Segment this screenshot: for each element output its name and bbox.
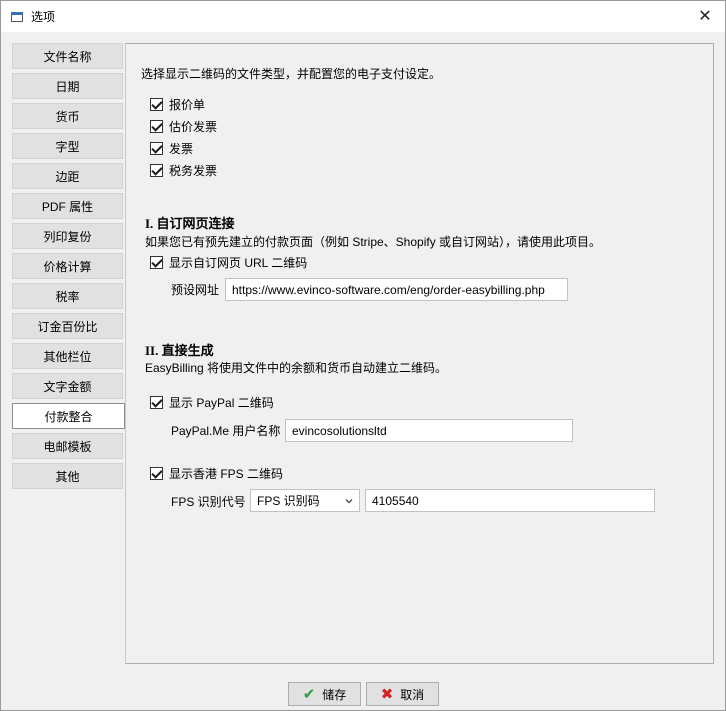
section-custom-url-description: 如果您已有预先建立的付款页面（例如 Stripe、Shopify 或自订网站），…: [145, 235, 602, 249]
title-bar: 选项 ✕: [1, 1, 725, 32]
checkbox-label: 税务发票: [169, 164, 218, 178]
checkbox-box[interactable]: [150, 396, 163, 409]
section-direct-generate-heading: II. 直接生成: [145, 343, 214, 358]
sidebar-item-other-fields[interactable]: 其他栏位: [12, 343, 123, 369]
sidebar-item-filename[interactable]: 文件名称: [12, 43, 123, 69]
options-window: 选项 ✕ 文件名称 日期 货币 字型 边距 PDF 属性 列印复份 价格计算 税…: [0, 0, 726, 711]
paypal-username-input[interactable]: evincosolutionsltd: [285, 419, 573, 442]
sidebar-item-tax-rate[interactable]: 税率: [12, 283, 123, 309]
sidebar-item-payment-integration[interactable]: 付款整合: [12, 403, 125, 429]
sidebar-item-pdf-properties[interactable]: PDF 属性: [12, 193, 123, 219]
checkbox-label: 发票: [169, 142, 194, 156]
sidebar-item-margin[interactable]: 边距: [12, 163, 123, 189]
checkbox-box[interactable]: [150, 98, 163, 111]
close-icon[interactable]: ✕: [691, 3, 719, 29]
sidebar-item-email-template[interactable]: 电邮模板: [12, 433, 123, 459]
sidebar-item-date[interactable]: 日期: [12, 73, 123, 99]
cancel-button[interactable]: ✖ 取消: [366, 682, 439, 706]
chevron-down-icon: [345, 498, 353, 503]
sidebar: 文件名称 日期 货币 字型 边距 PDF 属性 列印复份 价格计算 税率 订金百…: [12, 43, 125, 493]
window-title: 选项: [31, 10, 56, 24]
default-url-label: 预设网址: [171, 283, 220, 297]
save-button[interactable]: ✔ 储存: [288, 682, 361, 706]
checkbox-invoice[interactable]: 发票: [150, 140, 193, 157]
sidebar-item-price-calculation[interactable]: 价格计算: [12, 253, 123, 279]
fps-id-type-value: FPS 识别码: [257, 494, 320, 508]
checkbox-tax-invoice[interactable]: 税务发票: [150, 162, 217, 179]
section-custom-url-heading: I. 自订网页连接: [145, 216, 235, 231]
checkbox-show-fps-qr[interactable]: 显示香港 FPS 二维码: [150, 465, 283, 482]
fps-id-type-select[interactable]: FPS 识别码: [250, 489, 360, 512]
paypal-username-label: PayPal.Me 用户名称: [171, 424, 281, 438]
save-label: 储存: [322, 687, 347, 702]
sidebar-item-deposit-percent[interactable]: 订金百份比: [12, 313, 123, 339]
checkbox-box[interactable]: [150, 256, 163, 269]
checkbox-box[interactable]: [150, 120, 163, 133]
sidebar-item-other[interactable]: 其他: [12, 463, 123, 489]
cancel-label: 取消: [400, 687, 425, 702]
checkbox-label: 显示香港 FPS 二维码: [169, 467, 284, 481]
fps-id-label: FPS 识别代号: [171, 495, 246, 509]
fps-id-input[interactable]: 4105540: [365, 489, 655, 512]
checkbox-show-paypal-qr[interactable]: 显示 PayPal 二维码: [150, 394, 274, 411]
checkbox-box[interactable]: [150, 467, 163, 480]
checkbox-label: 显示自订网页 URL 二维码: [169, 256, 308, 270]
section-direct-generate-description: EasyBilling 将使用文件中的余额和货币自动建立二维码。: [145, 361, 448, 375]
checkbox-label: 报价单: [169, 98, 206, 112]
sidebar-item-currency[interactable]: 货币: [12, 103, 123, 129]
checkbox-box[interactable]: [150, 142, 163, 155]
checkbox-quotation[interactable]: 报价单: [150, 96, 205, 113]
settings-panel: 选择显示二维码的文件类型，并配置您的电子支付设定。 报价单 估价发票 发票 税务…: [125, 43, 714, 664]
sidebar-item-print-copies[interactable]: 列印复份: [12, 223, 123, 249]
intro-text: 选择显示二维码的文件类型，并配置您的电子支付设定。: [141, 67, 442, 81]
checkbox-box[interactable]: [150, 164, 163, 177]
checkbox-proforma-invoice[interactable]: 估价发票: [150, 118, 217, 135]
app-icon: [10, 10, 24, 24]
checkbox-show-custom-url-qr[interactable]: 显示自订网页 URL 二维码: [150, 254, 307, 271]
sidebar-item-font[interactable]: 字型: [12, 133, 123, 159]
checkbox-label: 估价发票: [169, 120, 218, 134]
cross-icon: ✖: [380, 685, 394, 703]
checkbox-label: 显示 PayPal 二维码: [169, 396, 274, 410]
default-url-input[interactable]: https://www.evinco-software.com/eng/orde…: [225, 278, 568, 301]
check-icon: ✔: [302, 685, 316, 703]
sidebar-item-amount-in-words[interactable]: 文字金额: [12, 373, 123, 399]
